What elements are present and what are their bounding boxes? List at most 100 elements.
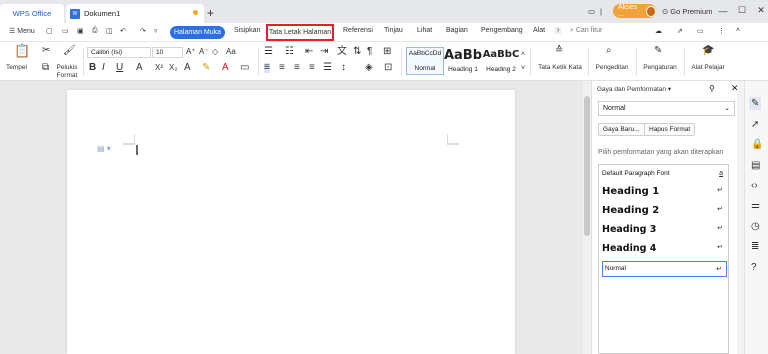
- pin-icon[interactable]: ⚲: [709, 84, 715, 93]
- find-icon[interactable]: ⌕: [606, 46, 612, 56]
- borders-icon[interactable]: ⊡: [384, 63, 392, 73]
- paragraph-mark-icon[interactable]: ¶: [367, 47, 372, 57]
- decrease-indent-icon[interactable]: ⇤: [305, 47, 313, 57]
- note-icon[interactable]: ▤: [751, 160, 760, 171]
- preview-icon[interactable]: ◫: [106, 27, 113, 35]
- shading-icon[interactable]: ◈: [365, 63, 373, 73]
- more-tabs-icon[interactable]: ›: [555, 27, 562, 34]
- bold-icon[interactable]: B: [89, 63, 96, 73]
- align-center-icon[interactable]: ≡: [279, 63, 285, 73]
- style-item-heading-2[interactable]: Heading 2 ↵: [602, 205, 727, 216]
- cursor-icon[interactable]: ➚: [751, 119, 759, 130]
- tab-referensi[interactable]: Referensi: [343, 27, 373, 34]
- distribute-icon[interactable]: ☰: [323, 63, 332, 73]
- current-style-select[interactable]: Normal ⌄: [598, 101, 735, 116]
- find-label[interactable]: Pengeditan: [592, 64, 632, 72]
- underline-icon[interactable]: U: [116, 63, 123, 73]
- line-spacing-icon[interactable]: ↕: [341, 63, 346, 73]
- style-item-normal[interactable]: Normal ↵: [602, 261, 727, 277]
- open-folder-icon[interactable]: ▭: [62, 27, 69, 35]
- scrollbar-thumb[interactable]: [584, 96, 590, 236]
- layout-icon[interactable]: ▭: [588, 3, 595, 20]
- numbered-list-icon[interactable]: ☷: [285, 47, 294, 57]
- tab-wps-office[interactable]: WPS Office: [0, 4, 64, 23]
- style-heading-2[interactable]: AaBbC Heading 2: [482, 47, 520, 75]
- format-painter-label[interactable]: Pelukis Format: [54, 64, 80, 80]
- settings-label[interactable]: Pengaturan: [640, 64, 680, 72]
- new-tab-button[interactable]: +: [207, 6, 214, 20]
- text-direction-label[interactable]: Tata Ketik Kata: [536, 64, 584, 72]
- text-direction-icon[interactable]: ≙: [555, 46, 563, 56]
- tab-bagian[interactable]: Bagian: [446, 27, 468, 34]
- strikethrough-icon[interactable]: A: [136, 63, 143, 73]
- undo-icon[interactable]: ↶: [120, 27, 126, 35]
- change-case-icon[interactable]: Aa: [226, 47, 236, 57]
- tab-sisipkan[interactable]: Sisipkan: [234, 27, 260, 34]
- tools-label[interactable]: Alat Pelajar: [688, 64, 728, 72]
- tab-tinjau[interactable]: Tinjau: [384, 27, 403, 34]
- sliders-icon[interactable]: ⚌: [751, 200, 760, 211]
- font-size-select[interactable]: 10: [152, 47, 183, 58]
- font-name-select[interactable]: Calibri (Isi): [87, 47, 151, 58]
- tab-alat[interactable]: Alat: [533, 27, 545, 34]
- pen-icon[interactable]: ✎: [749, 97, 762, 110]
- style-item-heading-1[interactable]: Heading 1 ↵: [602, 186, 727, 197]
- graduation-cap-icon[interactable]: 🎓: [702, 46, 714, 56]
- save-icon[interactable]: ▣: [77, 27, 84, 35]
- style-gallery-down-icon[interactable]: ˅: [521, 64, 525, 74]
- grow-font-icon[interactable]: A⁺: [186, 47, 196, 57]
- history-icon[interactable]: ◷: [751, 221, 760, 232]
- align-left-icon[interactable]: ≡: [264, 63, 270, 73]
- justify-icon[interactable]: ≡: [309, 63, 315, 73]
- increase-indent-icon[interactable]: ⇥: [320, 47, 328, 57]
- highlight-icon[interactable]: ✎: [202, 63, 210, 73]
- account-button[interactable]: Akses ...: [613, 4, 656, 18]
- code-icon[interactable]: ‹›: [751, 180, 758, 191]
- subscript-icon[interactable]: X₂: [169, 63, 177, 73]
- clear-format-button[interactable]: Hapus Format: [644, 123, 696, 136]
- style-heading-1[interactable]: AaBb Heading 1: [444, 47, 482, 75]
- tab-document[interactable]: W Dokumen1: [66, 4, 204, 23]
- new-doc-icon[interactable]: ▢: [46, 27, 53, 35]
- cloud-icon[interactable]: ☁: [655, 27, 662, 35]
- tab-lihat[interactable]: Lihat: [417, 27, 432, 34]
- paragraph-options-icon[interactable]: ▤ ▾: [97, 144, 111, 153]
- layers-icon[interactable]: ≣: [751, 241, 759, 252]
- settings-icon[interactable]: ✎: [654, 46, 662, 56]
- italic-icon[interactable]: I: [102, 63, 105, 73]
- sort-icon[interactable]: ⇅: [353, 47, 361, 57]
- asian-layout-icon[interactable]: 文: [337, 47, 347, 57]
- redo-icon[interactable]: ↷: [140, 27, 146, 35]
- format-painter-icon[interactable]: 🖌: [63, 46, 76, 56]
- new-style-button[interactable]: Gaya Baru...: [598, 123, 645, 136]
- document-page[interactable]: ▤ ▾: [67, 90, 515, 354]
- superscript-icon[interactable]: X²: [155, 63, 163, 73]
- char-border-icon[interactable]: ▭: [240, 63, 249, 73]
- print-icon[interactable]: ⎙: [92, 27, 98, 35]
- tab-tata-letak-halaman[interactable]: Tata Letak Halaman: [266, 24, 334, 41]
- style-normal[interactable]: AaBbCcDd Normal: [406, 47, 444, 75]
- paste-label[interactable]: Tempel: [6, 64, 27, 72]
- style-gallery-up-icon[interactable]: ˄: [521, 50, 525, 60]
- premium-button[interactable]: ⊙ Go Premium: [662, 3, 712, 20]
- comment-icon[interactable]: ▭: [697, 27, 704, 35]
- panel-scrollbar[interactable]: [737, 81, 744, 354]
- style-item-default-paragraph-font[interactable]: Default Paragraph Font a: [602, 170, 727, 177]
- text-effect-icon[interactable]: A: [184, 63, 191, 73]
- style-item-heading-3[interactable]: Heading 3 ↵: [602, 224, 727, 235]
- bullet-list-icon[interactable]: ☰: [264, 47, 273, 57]
- paste-icon[interactable]: 📋: [14, 44, 30, 57]
- share-icon[interactable]: ⇗: [677, 27, 683, 35]
- style-item-heading-4[interactable]: Heading 4 ↵: [602, 243, 727, 254]
- copy-icon[interactable]: ⧉: [42, 63, 49, 73]
- collapse-ribbon-icon[interactable]: ˄: [736, 27, 740, 34]
- tab-halaman-muka[interactable]: Halaman Muka: [170, 26, 225, 39]
- font-color-icon[interactable]: A: [222, 63, 229, 73]
- lock-icon[interactable]: 🔒: [751, 139, 763, 150]
- table-icon[interactable]: ⊞: [383, 47, 391, 57]
- shrink-font-icon[interactable]: A⁻: [199, 47, 209, 57]
- clear-format-icon[interactable]: ◇: [212, 47, 218, 57]
- cut-icon[interactable]: ✂: [42, 46, 50, 56]
- menu-button[interactable]: ☰ Menu: [9, 27, 35, 35]
- more-icon[interactable]: ⋮: [718, 27, 725, 35]
